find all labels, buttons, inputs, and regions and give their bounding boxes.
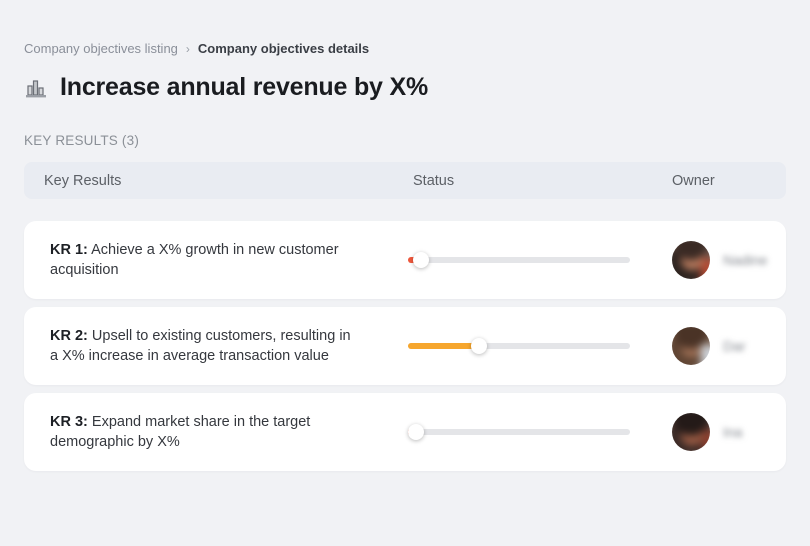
- status-cell: [400, 252, 656, 268]
- table-row-kr1[interactable]: KR 1: Achieve a X% growth in new custome…: [24, 221, 786, 299]
- owner-name: Ina: [723, 424, 743, 440]
- progress-thumb[interactable]: [471, 338, 488, 354]
- kr-description: KR 2: Upsell to existing customers, resu…: [24, 312, 400, 380]
- kr-text: Upsell to existing customers, resulting …: [50, 328, 351, 364]
- progress-slider[interactable]: [408, 252, 630, 268]
- avatar[interactable]: [672, 413, 710, 451]
- kr-number-label: KR 3:: [50, 414, 88, 430]
- kr-text: Expand market share in the target demogr…: [50, 414, 311, 450]
- kr-description: KR 3: Expand market share in the target …: [24, 398, 400, 466]
- page: Company objectives listing › Company obj…: [0, 0, 810, 471]
- progress-fill: [408, 343, 480, 349]
- owner-cell: Ina: [656, 413, 786, 451]
- table-row-kr3[interactable]: KR 3: Expand market share in the target …: [24, 393, 786, 471]
- column-header-key-results: Key Results: [44, 172, 122, 189]
- key-results-count-label: KEY RESULTS (3): [24, 133, 140, 148]
- progress-thumb[interactable]: [413, 252, 430, 268]
- chevron-right-icon: ›: [185, 41, 190, 56]
- column-header-status: Status: [413, 172, 455, 189]
- owner-cell: Dar: [656, 327, 786, 365]
- column-header-owner: Owner: [672, 172, 715, 189]
- table-row-kr2[interactable]: KR 2: Upsell to existing customers, resu…: [24, 307, 786, 385]
- breadcrumb-item-listing[interactable]: Company objectives listing: [24, 41, 178, 56]
- owner-name: Dar: [723, 338, 746, 354]
- bar-chart-icon: [24, 76, 48, 100]
- breadcrumb-item-details: Company objectives details: [197, 41, 370, 56]
- progress-thumb[interactable]: [408, 424, 424, 440]
- table-header: Key Results Status Owner: [24, 162, 786, 199]
- owner-cell: Nadine: [656, 241, 786, 279]
- status-cell: [400, 424, 656, 440]
- page-title: Increase annual revenue by X%: [60, 73, 428, 101]
- progress-track: [408, 429, 630, 435]
- kr-number-label: KR 1:: [50, 242, 88, 258]
- kr-text: Achieve a X% growth in new customer acqu…: [50, 242, 339, 278]
- breadcrumb: Company objectives listing › Company obj…: [24, 0, 786, 56]
- avatar[interactable]: [672, 327, 710, 365]
- title-row: Increase annual revenue by X%: [24, 73, 786, 102]
- progress-slider[interactable]: [408, 424, 630, 440]
- kr-description: KR 1: Achieve a X% growth in new custome…: [24, 226, 400, 294]
- status-cell: [400, 338, 656, 354]
- key-results-list: KR 1: Achieve a X% growth in new custome…: [24, 221, 786, 471]
- owner-name: Nadine: [723, 252, 768, 268]
- progress-slider[interactable]: [408, 338, 630, 354]
- progress-track: [408, 257, 630, 263]
- kr-number-label: KR 2:: [50, 328, 88, 344]
- avatar[interactable]: [672, 241, 710, 279]
